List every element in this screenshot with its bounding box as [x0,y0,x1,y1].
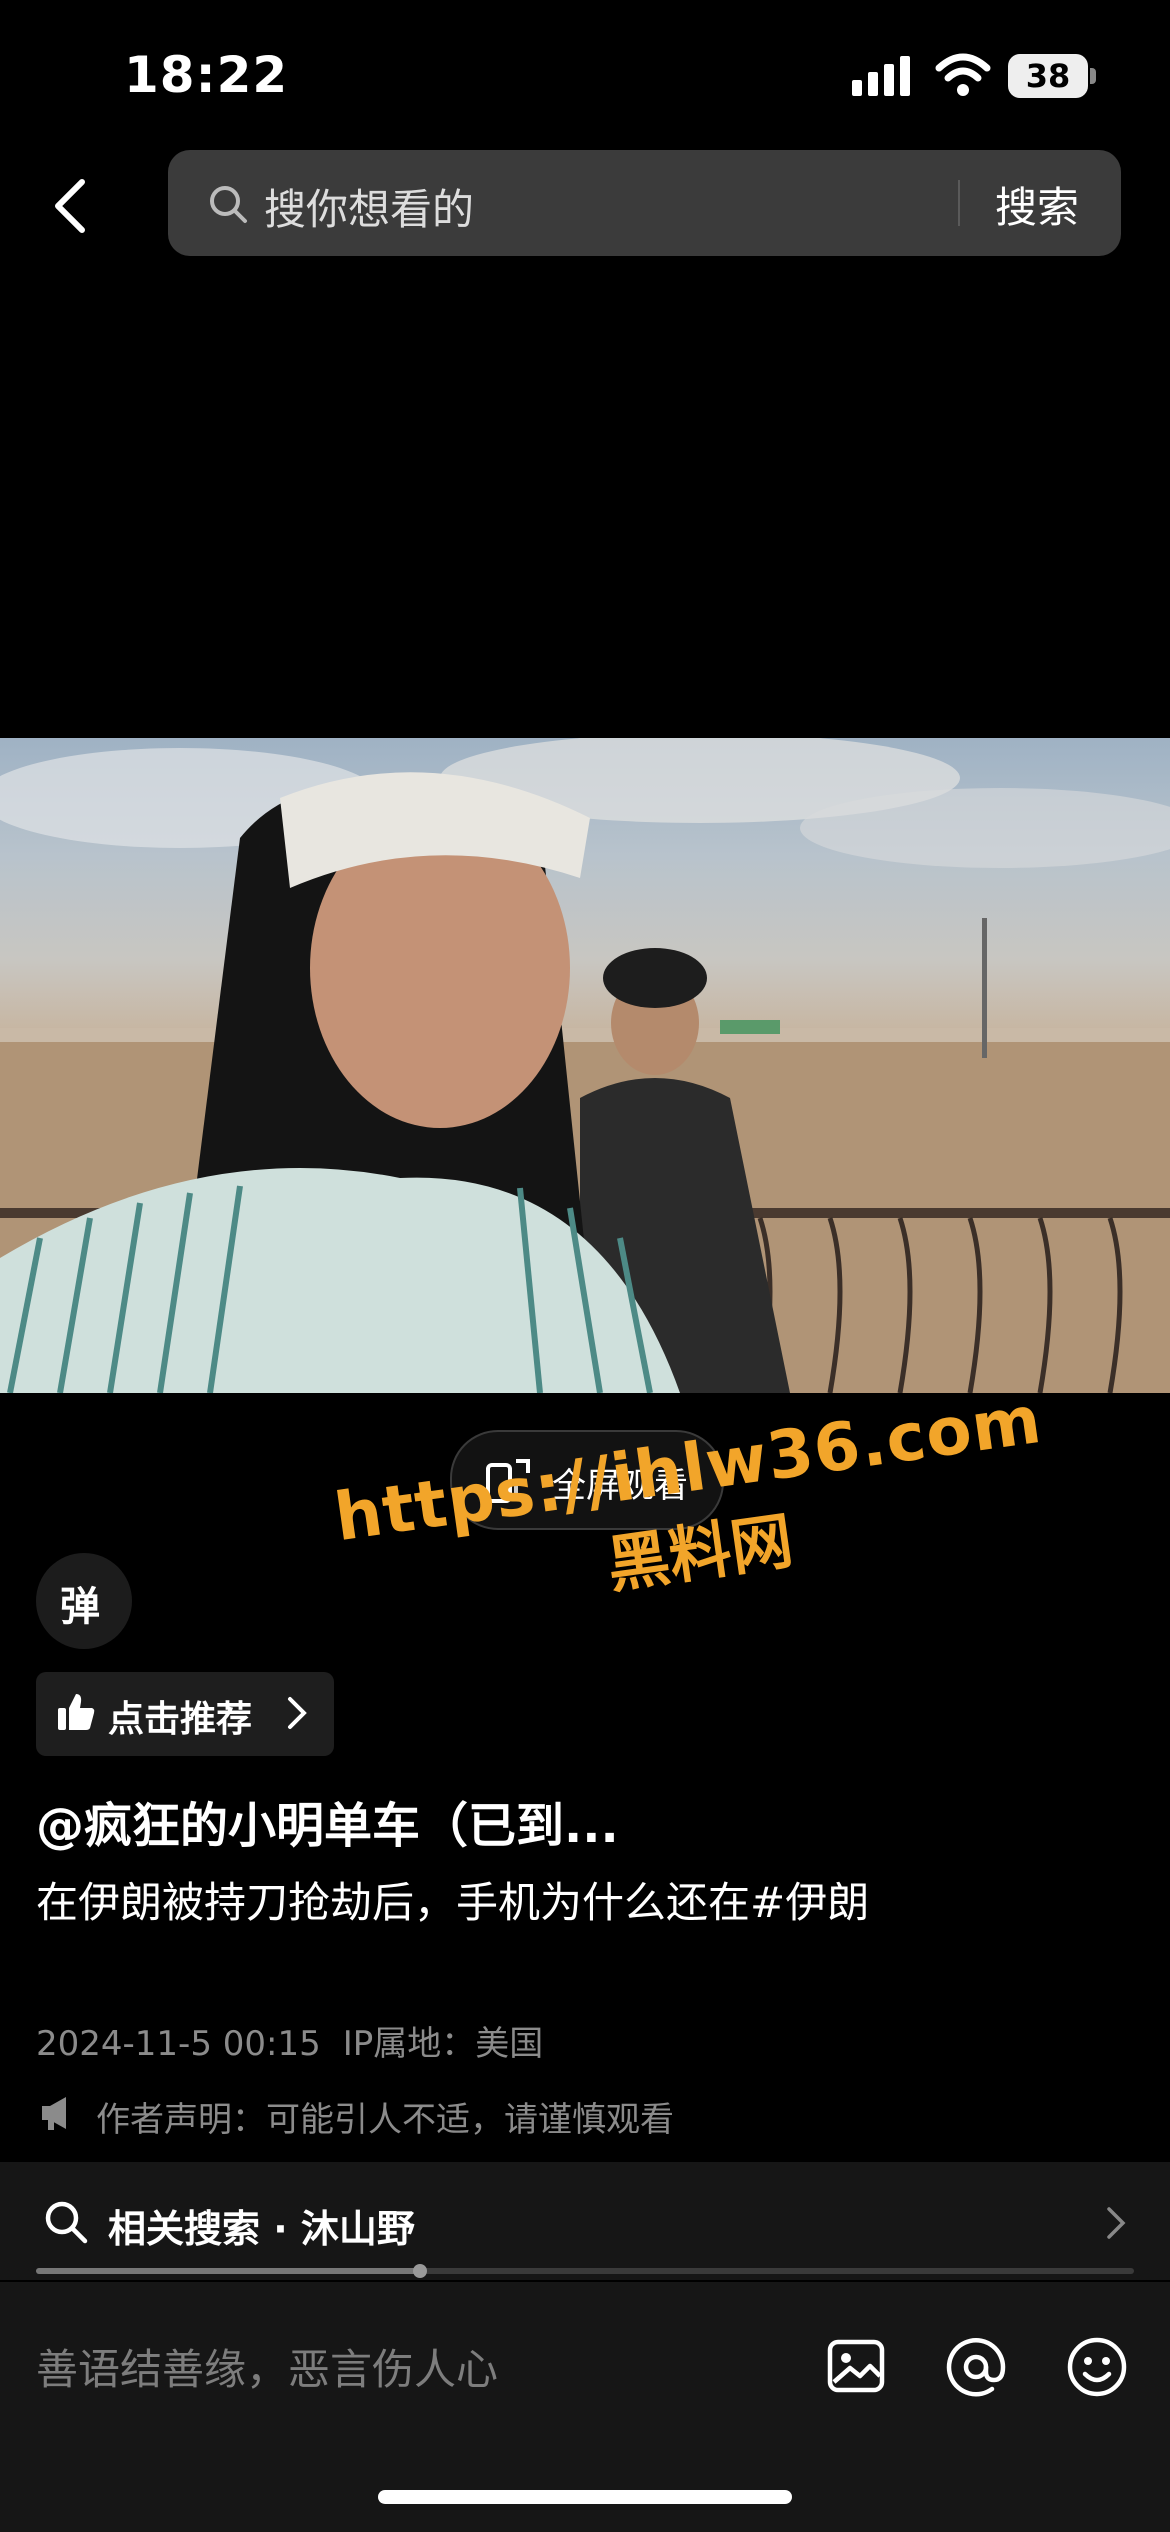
status-time: 18:22 [124,46,289,104]
ip-location: IP属地：美国 [342,2024,544,2064]
related-search-label: 相关搜索 · 沐山野 [108,2207,415,2251]
emoji-icon[interactable] [1066,2336,1128,2398]
search-button[interactable]: 搜索 [995,174,1079,235]
post-description: 在伊朗被持刀抢劫后，手机为什么还在#伊朗 [36,1878,870,1927]
chevron-right-icon [288,1697,307,1729]
comment-input[interactable]: 善语结善缘，恶言伤人心 [36,2336,498,2397]
video-player[interactable] [0,738,1170,1393]
danmu-label: 弹 [60,1584,100,1630]
wifi-icon [935,53,991,96]
video-progress-fill [36,2268,421,2274]
back-icon[interactable] [50,178,90,234]
author-notice: 作者声明：可能引人不适，请谨慎观看 [96,2100,674,2140]
chevron-right-icon [1107,2207,1126,2239]
author-name-link[interactable]: @疯狂的小明单车（已到... [36,1786,619,1856]
megaphone-icon [42,2097,66,2130]
watermark: https://ihlw36.com 黑料网 [330,1381,1058,1642]
battery-cap [1090,68,1096,84]
search-placeholder: 搜你想看的 [264,185,475,234]
search-icon [45,2201,88,2244]
battery-indicator: 38 [1008,54,1088,98]
at-icon[interactable] [945,2336,1007,2398]
recommend-label: 点击推荐 [108,1699,253,1740]
search-icon [210,186,247,223]
post-meta: 2024-11-5 00:15 IP属地：美国 [36,2016,565,2065]
search-divider [958,180,960,226]
video-frame-illustration [0,738,1170,1393]
home-indicator [378,2490,792,2504]
post-date: 2024-11-5 00:15 [36,2024,321,2064]
cellular-signal-icon [852,56,910,96]
thumbs-up-icon [58,1694,95,1730]
image-icon[interactable] [826,2336,886,2396]
